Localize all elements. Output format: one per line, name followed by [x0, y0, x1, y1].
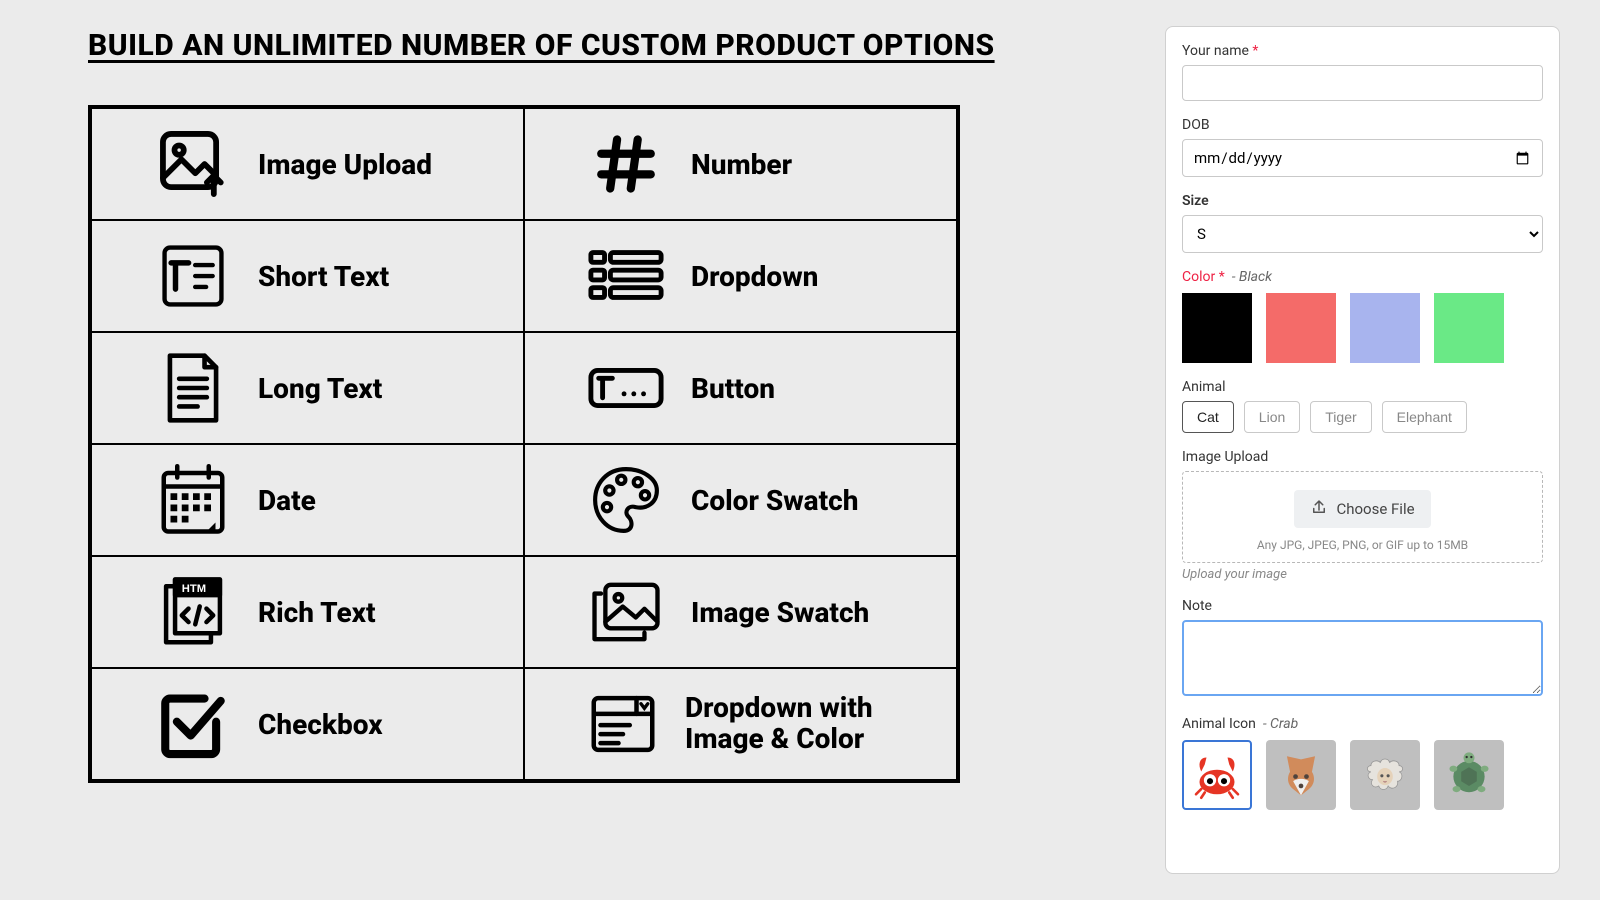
cell-number: Number [524, 108, 957, 220]
note-textarea[interactable] [1182, 620, 1543, 696]
label-name: Your name [1182, 43, 1543, 59]
cell-dropdown: Dropdown [524, 220, 957, 332]
label-dropdown-image-color: Dropdown with Image & Color [685, 693, 956, 755]
label-image-upload: Image Upload [1182, 449, 1543, 465]
field-animal-icon: Animal Icon - Crab [1182, 716, 1543, 810]
icon-swatch-sheep[interactable] [1350, 740, 1420, 810]
label-button: Button [691, 372, 775, 405]
button-icon [587, 349, 665, 427]
swatch-periwinkle[interactable] [1350, 293, 1420, 363]
animal-cat[interactable]: Cat [1182, 401, 1234, 433]
label-long-text: Long Text [258, 372, 382, 405]
upload-hint: Any JPG, JPEG, PNG, or GIF up to 15MB [1193, 538, 1532, 552]
options-form: Your name DOB Size S Color * - Black Ani… [1165, 26, 1560, 874]
name-input[interactable] [1182, 65, 1543, 101]
color-swatch-icon [587, 461, 665, 539]
cell-button: Button [524, 332, 957, 444]
cell-color-swatch: Color Swatch [524, 444, 957, 556]
icon-swatch-crab[interactable] [1182, 740, 1252, 810]
field-note: Note [1182, 598, 1543, 700]
cell-image-swatch: Image Swatch [524, 556, 957, 668]
label-dob: DOB [1182, 117, 1543, 133]
label-date: Date [258, 484, 316, 517]
field-dob: DOB [1182, 117, 1543, 177]
upload-arrow-icon [1310, 498, 1328, 520]
label-note: Note [1182, 598, 1543, 614]
field-color: Color * - Black [1182, 269, 1543, 363]
short-text-icon [154, 237, 232, 315]
upload-helper: Upload your image [1182, 567, 1543, 582]
cell-image-upload: Image Upload [91, 108, 524, 220]
field-image-upload: Image Upload Choose File Any JPG, JPEG, … [1182, 449, 1543, 582]
icon-swatch-turtle[interactable] [1434, 740, 1504, 810]
number-icon [587, 125, 665, 203]
label-color: Color * - Black [1182, 269, 1543, 285]
dob-input[interactable] [1182, 139, 1543, 177]
swatch-green[interactable] [1434, 293, 1504, 363]
image-swatch-icon [587, 573, 665, 651]
cell-date: Date [91, 444, 524, 556]
label-short-text: Short Text [258, 260, 389, 293]
label-dropdown: Dropdown [691, 260, 818, 293]
image-upload-icon [154, 125, 232, 203]
label-animal: Animal [1182, 379, 1543, 395]
dropdown-image-color-icon [587, 685, 659, 763]
size-select[interactable]: S [1182, 215, 1543, 253]
long-text-icon [154, 349, 232, 427]
cell-checkbox: Checkbox [91, 668, 524, 780]
field-name: Your name [1182, 43, 1543, 101]
cell-long-text: Long Text [91, 332, 524, 444]
label-animal-icon: Animal Icon - Crab [1182, 716, 1543, 732]
svg-text:HTM: HTM [182, 583, 206, 595]
swatch-coral[interactable] [1266, 293, 1336, 363]
cell-rich-text: HTM Rich Text [91, 556, 524, 668]
swatch-black[interactable] [1182, 293, 1252, 363]
label-color-swatch: Color Swatch [691, 484, 858, 517]
cell-dropdown-image-color: Dropdown with Image & Color [524, 668, 957, 780]
animal-elephant[interactable]: Elephant [1382, 401, 1467, 433]
animal-tiger[interactable]: Tiger [1310, 401, 1371, 433]
choose-file-button[interactable]: Choose File [1294, 490, 1430, 528]
upload-dropzone[interactable]: Choose File Any JPG, JPEG, PNG, or GIF u… [1182, 471, 1543, 563]
field-size: Size S [1182, 193, 1543, 253]
label-checkbox: Checkbox [258, 708, 383, 741]
label-size: Size [1182, 193, 1543, 209]
cell-short-text: Short Text [91, 220, 524, 332]
label-image-swatch: Image Swatch [691, 596, 869, 629]
label-image-upload: Image Upload [258, 148, 432, 181]
animal-lion[interactable]: Lion [1244, 401, 1300, 433]
page-title: BUILD AN UNLIMITED NUMBER OF CUSTOM PROD… [88, 28, 1135, 63]
dropdown-icon [587, 237, 665, 315]
label-rich-text: Rich Text [258, 596, 376, 629]
label-number: Number [691, 148, 792, 181]
rich-text-icon: HTM [154, 573, 232, 651]
icon-swatch-fox[interactable] [1266, 740, 1336, 810]
date-icon [154, 461, 232, 539]
checkbox-icon [154, 685, 232, 763]
option-types-grid: Image Upload Number [88, 105, 960, 783]
field-animal: Animal Cat Lion Tiger Elephant [1182, 379, 1543, 433]
